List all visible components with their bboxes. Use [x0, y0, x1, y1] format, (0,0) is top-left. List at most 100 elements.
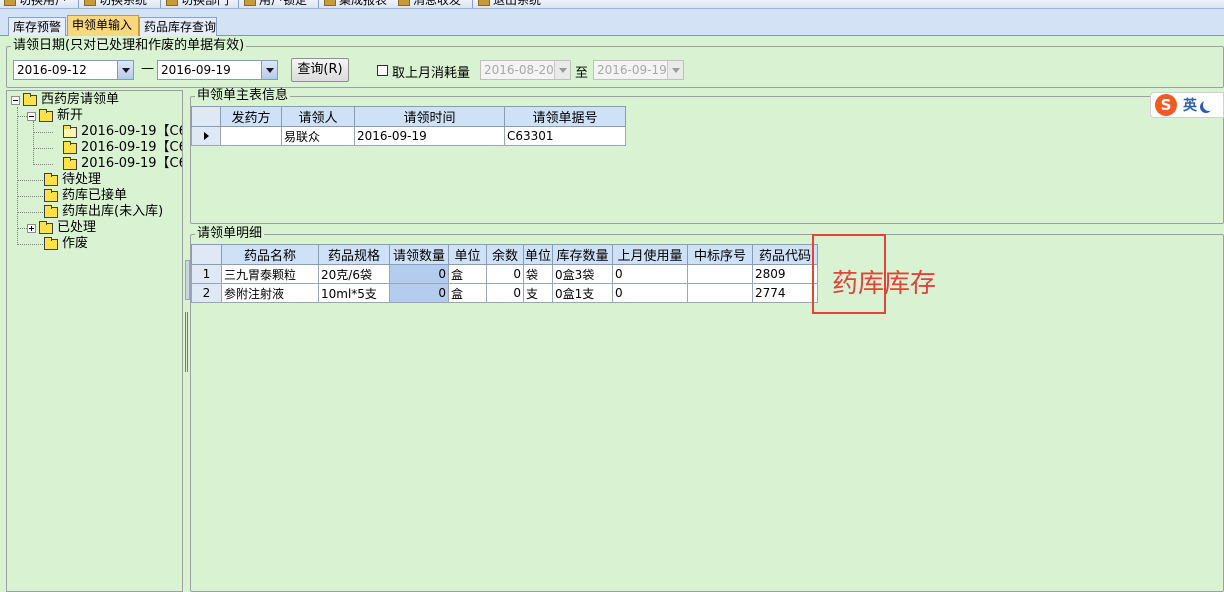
cell-drug-spec[interactable]: 20克/6袋 — [318, 264, 390, 284]
cell-remainder[interactable]: 0 — [486, 283, 524, 303]
lock-icon — [244, 0, 256, 6]
cell-last-month-usage[interactable]: 0 — [612, 283, 688, 303]
chevron-down-icon[interactable] — [117, 61, 133, 79]
expand-icon[interactable] — [27, 223, 36, 233]
tree-item-label: 2016-09-19【C6 — [81, 124, 183, 139]
col-stock-qty[interactable]: 库存数量 — [552, 244, 613, 265]
cell-doc-no[interactable]: C63301 — [504, 126, 626, 146]
tree-node-received[interactable]: 药库已接单 — [44, 188, 127, 204]
col-request-qty[interactable]: 请领数量 — [389, 244, 449, 265]
panel-splitter[interactable] — [184, 90, 189, 592]
main-toolbar: 切换用户 切换系统 切换部门 用户锁定 集成报表 消息收发 退出系统 — [0, 0, 1224, 9]
cell-stock-qty[interactable]: 0盒3袋 — [552, 264, 613, 284]
cell-bid-no[interactable] — [687, 264, 753, 284]
ime-toolbar[interactable]: S 英 — [1150, 92, 1224, 118]
detail-legend: 请领单明细 — [195, 226, 265, 242]
cell-unit[interactable]: 盒 — [448, 264, 487, 284]
cell-unit-2[interactable]: 支 — [523, 283, 553, 303]
tab-stock-alert[interactable]: 库存预警 — [8, 17, 66, 36]
col-drug-spec[interactable]: 药品规格 — [318, 244, 390, 265]
table-row[interactable]: 易联众 2016-09-19 C63301 — [191, 126, 626, 146]
cell-request-qty[interactable]: 0 — [389, 264, 449, 284]
tree-node-new[interactable]: 新开 — [27, 108, 83, 124]
toolbar-switch-dept[interactable]: 切换部门 — [166, 0, 229, 8]
department-icon — [166, 0, 178, 6]
tree-node-received-label: 药库已接单 — [62, 188, 128, 203]
row-indicator[interactable] — [191, 126, 221, 146]
tree-node-new-item-3[interactable]: 2016-09-19【C6 — [63, 156, 182, 172]
col-drug-name[interactable]: 药品名称 — [221, 244, 319, 265]
tree-node-shipped[interactable]: 药库出库(未入库) — [44, 204, 163, 220]
tree-node-processed[interactable]: 已处理 — [27, 220, 96, 236]
cell-stock-qty[interactable]: 0盒1支 — [552, 283, 613, 303]
cell-dispenser[interactable] — [220, 126, 282, 146]
row-number[interactable]: 1 — [191, 264, 222, 284]
folder-icon — [39, 220, 53, 234]
row-header-corner — [191, 106, 221, 127]
col-doc-no[interactable]: 请领单据号 — [504, 106, 626, 127]
toolbar-switch-user[interactable]: 切换用户 — [4, 0, 67, 8]
cell-drug-spec[interactable]: 10ml*5支 — [318, 283, 390, 303]
cell-drug-code[interactable]: 2774 — [752, 283, 818, 303]
last-month-from-picker: 2016-08-20 — [480, 60, 571, 80]
col-last-month-usage[interactable]: 上月使用量 — [612, 244, 688, 265]
tree-node-pending[interactable]: 待处理 — [44, 172, 101, 188]
tree-node-new-item-2[interactable]: 2016-09-19【C6 — [63, 140, 182, 156]
tree-node-voided[interactable]: 作废 — [44, 236, 88, 252]
col-remainder[interactable]: 余数 — [486, 244, 524, 265]
col-dispenser[interactable]: 发药方 — [220, 106, 282, 127]
col-unit-2[interactable]: 单位 — [523, 244, 553, 265]
cell-remainder[interactable]: 0 — [486, 264, 524, 284]
cell-drug-code[interactable]: 2809 — [752, 264, 818, 284]
folder-icon — [23, 92, 37, 106]
folder-icon — [44, 236, 58, 250]
tab-requisition-input[interactable]: 申领单输入 — [67, 15, 139, 36]
date-to-picker[interactable]: 2016-09-19 — [157, 60, 278, 80]
to-label: 至 — [575, 66, 589, 81]
last-month-to-picker: 2016-09-19 — [593, 60, 684, 80]
cell-request-qty[interactable]: 0 — [389, 283, 449, 303]
table-row[interactable]: 2 参附注射液 10ml*5支 0 盒 0 支 0盒1支 0 2774 — [191, 283, 818, 303]
toolbar-messages[interactable]: 消息收发 — [398, 0, 461, 8]
col-requester[interactable]: 请领人 — [281, 106, 355, 127]
col-drug-code[interactable]: 药品代码 — [752, 244, 818, 265]
col-request-time[interactable]: 请领时间 — [354, 106, 505, 127]
col-unit[interactable]: 单位 — [448, 244, 487, 265]
ime-mode-label[interactable]: 英 — [1183, 95, 1197, 115]
cell-bid-no[interactable] — [687, 283, 753, 303]
last-month-from-value: 2016-08-20 — [484, 63, 554, 77]
row-number[interactable]: 2 — [191, 283, 222, 303]
cell-unit-2[interactable]: 袋 — [523, 264, 553, 284]
toolbar-lock-user[interactable]: 用户锁定 — [244, 0, 307, 8]
chevron-down-icon[interactable] — [261, 61, 277, 79]
moon-icon[interactable] — [1203, 99, 1215, 111]
date-to-value: 2016-09-19 — [161, 63, 231, 77]
collapse-icon[interactable] — [27, 111, 36, 121]
cell-last-month-usage[interactable]: 0 — [612, 264, 688, 284]
detail-row-scroll-handle[interactable] — [185, 260, 190, 300]
row-header-corner — [191, 244, 222, 265]
tab-stock-query[interactable]: 药品库存查询 — [139, 17, 217, 36]
query-button[interactable]: 查询(R) — [291, 58, 349, 82]
cell-drug-name[interactable]: 参附注射液 — [221, 283, 319, 303]
cell-drug-name[interactable]: 三九胃泰颗粒 — [221, 264, 319, 284]
date-from-value: 2016-09-12 — [17, 63, 87, 77]
cell-request-time[interactable]: 2016-09-19 — [354, 126, 505, 146]
cell-unit[interactable]: 盒 — [448, 283, 487, 303]
col-bid-no[interactable]: 中标序号 — [687, 244, 753, 265]
toolbar-switch-system[interactable]: 切换系统 — [84, 0, 147, 8]
toolbar-reports[interactable]: 集成报表 — [324, 0, 387, 8]
chevron-down-icon — [667, 61, 683, 79]
cell-requester[interactable]: 易联众 — [281, 126, 355, 146]
toolbar-exit[interactable]: 退出系统 — [478, 0, 541, 8]
tree-root[interactable]: 西药房请领单 — [11, 92, 119, 108]
tree-node-new-item-1[interactable]: 2016-09-19【C6 — [63, 124, 183, 140]
table-row[interactable]: 1 三九胃泰颗粒 20克/6袋 0 盒 0 袋 0盒3袋 0 2809 — [191, 264, 818, 284]
master-grid: 发药方 请领人 请领时间 请领单据号 易联众 2016-09-19 C63301 — [191, 106, 626, 146]
last-month-checkbox[interactable] — [377, 65, 388, 76]
splitter-grip[interactable] — [185, 312, 188, 372]
detail-grid-header: 药品名称 药品规格 请领数量 单位 余数 单位 库存数量 上月使用量 中标序号 … — [191, 244, 818, 265]
collapse-icon[interactable] — [11, 95, 20, 105]
detail-grid: 药品名称 药品规格 请领数量 单位 余数 单位 库存数量 上月使用量 中标序号 … — [191, 244, 818, 303]
date-from-picker[interactable]: 2016-09-12 — [13, 60, 134, 80]
